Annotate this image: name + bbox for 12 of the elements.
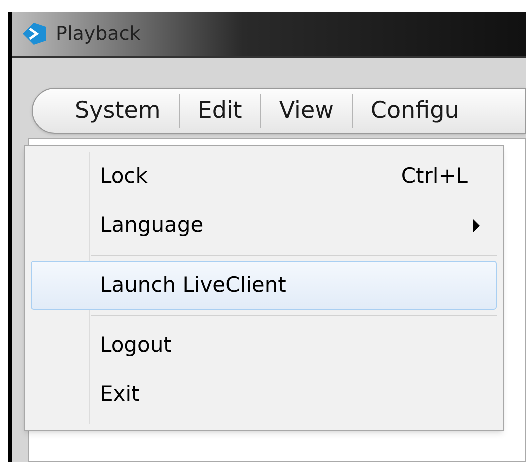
menu-item[interactable]: Language xyxy=(31,201,497,250)
shortcut-text: Ctrl+L xyxy=(401,162,469,190)
window-title: Playback xyxy=(56,22,141,47)
submenu-arrow-icon xyxy=(473,218,480,232)
menu-bar-item[interactable]: System xyxy=(57,94,179,128)
menu-item[interactable]: Launch LiveClient xyxy=(31,261,497,310)
menu-bar-item[interactable]: Configu xyxy=(352,94,478,128)
menu-item[interactable]: Exit xyxy=(31,370,497,419)
menu-item[interactable]: Lock Ctrl+L xyxy=(31,152,497,201)
menu-bar-item[interactable]: View xyxy=(261,94,352,128)
menu-bar-item[interactable]: Edit xyxy=(180,94,260,128)
menu-item[interactable]: Logout xyxy=(31,321,497,370)
